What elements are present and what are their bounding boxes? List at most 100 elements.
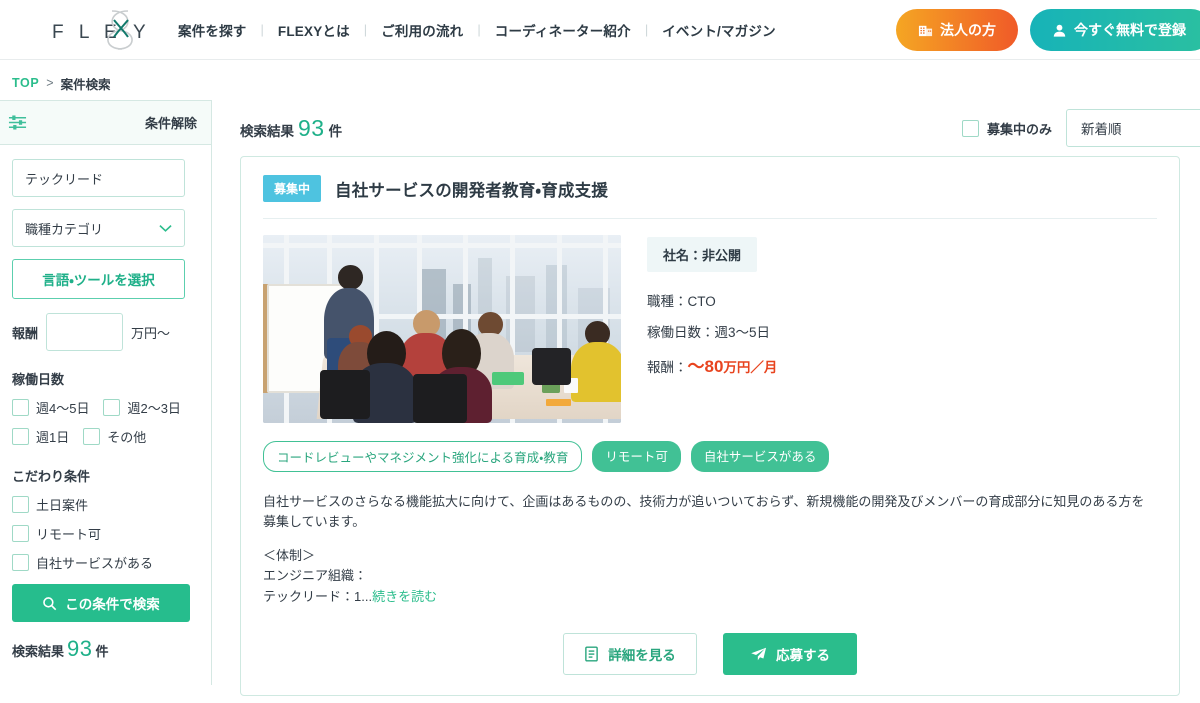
- keyword-input[interactable]: テックリード: [12, 159, 185, 197]
- job-card-body: 社名：非公開 職種：CTO 稼働日数：週3〜5日 報酬：〜80万円／月: [263, 219, 1157, 423]
- nav-item-1[interactable]: FLEXYとは: [278, 20, 350, 40]
- sort-select-value: 新着順: [1081, 122, 1122, 137]
- job-category-select-value: 職種カテゴリ: [25, 221, 104, 237]
- job-description-line-2: ＜体制＞: [263, 548, 316, 564]
- checkbox-workdays-3[interactable]: その他: [83, 427, 146, 446]
- nav-separator: |: [644, 22, 649, 37]
- clear-filters-button[interactable]: 条件解除: [145, 113, 197, 132]
- results-count-prefix: 検索結果: [240, 123, 294, 139]
- job-description-line-1: 自社サービスのさらなる機能拡大に向けて、企画はあるものの、技術力が追いついておら…: [263, 494, 1145, 530]
- nav-item-3[interactable]: コーディネーター紹介: [495, 20, 631, 40]
- checkbox-label: 土日案件: [36, 498, 89, 513]
- conditions-row-0: 土日案件: [12, 495, 199, 514]
- breadcrumb: TOP > 案件検索: [0, 66, 1200, 100]
- workdays-row-2: 週1日 その他: [12, 427, 199, 446]
- checkbox-condition-0[interactable]: 土日案件: [12, 495, 88, 514]
- chevron-down-icon: [159, 224, 172, 232]
- keyword-input-value: テックリード: [25, 171, 104, 187]
- job-pay-suffix: 万円／月: [723, 360, 778, 375]
- view-detail-button[interactable]: 詳細を見る: [563, 632, 697, 675]
- document-icon: [585, 646, 599, 662]
- sliders-icon[interactable]: [8, 113, 27, 132]
- language-tool-select-label: 言語・ツールを選択: [42, 273, 155, 288]
- breadcrumb-current: 案件検索: [60, 77, 111, 92]
- checkbox-workdays-2[interactable]: 週1日: [12, 427, 69, 446]
- checkbox-box[interactable]: [12, 525, 29, 542]
- sidebar-result-prefix: 検索結果: [12, 644, 65, 659]
- job-photo: [263, 235, 621, 423]
- breadcrumb-separator: >: [46, 76, 54, 90]
- checkbox-condition-2[interactable]: 自社サービスがある: [12, 553, 153, 572]
- results-toolbar-right: 募集中のみ 新着順: [961, 109, 1200, 147]
- job-category-select[interactable]: 職種カテゴリ: [12, 209, 185, 247]
- job-description-line-3: エンジニア組織：: [263, 568, 368, 584]
- checkbox-workdays-1[interactable]: 週2〜3日: [103, 398, 181, 417]
- checkbox-label: 週2〜3日: [127, 401, 181, 416]
- workdays-group-title: 稼働日数: [12, 372, 65, 387]
- checkbox-box[interactable]: [12, 399, 29, 416]
- checkbox-label: 自社サービスがある: [36, 556, 154, 571]
- nav-item-4[interactable]: イベント/マガジン: [662, 20, 776, 40]
- svg-text:Y: Y: [133, 22, 146, 43]
- checkbox-box[interactable]: [83, 428, 101, 445]
- company-name-chip: 社名：非公開: [647, 237, 758, 272]
- header-actions: 法人の方 今すぐ無料で登録: [896, 9, 1200, 51]
- site-header: F L E Y 案件を探す | FLEXYとは | ご利用の流れ | コーディネ…: [0, 0, 1200, 60]
- job-pay-prefix: 報酬：: [647, 360, 688, 375]
- apply-button[interactable]: 応募する: [723, 632, 857, 675]
- results-count-suffix: 件: [328, 123, 343, 139]
- user-icon: [1053, 24, 1066, 37]
- checkbox-box[interactable]: [12, 554, 29, 571]
- checkbox-label: 募集中のみ: [986, 121, 1052, 137]
- nav-item-0[interactable]: 案件を探す: [178, 20, 247, 40]
- nav-item-2[interactable]: ご利用の流れ: [381, 20, 463, 40]
- checkbox-box[interactable]: [103, 399, 121, 416]
- checkbox-box[interactable]: [961, 119, 979, 137]
- flexy-logo-icon: F L E Y: [52, 9, 146, 50]
- register-button[interactable]: 今すぐ無料で登録: [1030, 9, 1200, 51]
- pay-filter-label: 報酬: [12, 325, 39, 341]
- job-tag-2[interactable]: 自社サービスがある: [690, 441, 830, 472]
- checkbox-label: その他: [107, 430, 147, 445]
- sidebar-result-count: 検索結果 93 件: [12, 636, 199, 662]
- breadcrumb-top[interactable]: TOP: [12, 76, 39, 90]
- filter-sidebar: 条件解除 テックリード 職種カテゴリ 言語・ツールを選択 報酬 万円〜 稼働日数: [0, 100, 212, 685]
- job-card-header: 募集中 自社サービスの開発者教育・育成支援: [263, 175, 1157, 219]
- nav-separator: |: [477, 22, 481, 37]
- logo[interactable]: F L E Y: [50, 0, 150, 60]
- register-button-label: 今すぐ無料で登録: [1074, 22, 1186, 38]
- read-more-link[interactable]: 続きを読む: [372, 589, 437, 604]
- building-icon: [918, 25, 933, 36]
- checkbox-only-open[interactable]: 募集中のみ: [961, 119, 1052, 138]
- svg-text:F L E: F L E: [52, 22, 122, 43]
- apply-search-button[interactable]: この条件で検索: [12, 584, 190, 622]
- job-tag-0[interactable]: コードレビューやマネジメント強化による育成・教育: [263, 441, 583, 472]
- checkbox-box[interactable]: [12, 496, 29, 513]
- paper-plane-icon: [751, 647, 767, 660]
- job-card[interactable]: 募集中 自社サービスの開発者教育・育成支援 社名：非公開 職種：CTO 稼働日数…: [240, 156, 1180, 696]
- job-title[interactable]: 自社サービスの開発者教育・育成支援: [335, 177, 608, 201]
- job-description-line-4-text: テックリード：1...: [263, 588, 373, 604]
- sort-select[interactable]: 新着順: [1066, 109, 1200, 147]
- status-badge: 募集中: [263, 175, 322, 202]
- nav-separator: |: [363, 22, 368, 37]
- checkbox-workdays-0[interactable]: 週4〜5日: [12, 398, 89, 417]
- language-tool-select-button[interactable]: 言語・ツールを選択: [12, 259, 185, 299]
- corporate-button[interactable]: 法人の方: [896, 9, 1018, 51]
- view-detail-label: 詳細を見る: [608, 647, 676, 663]
- page-layout: 条件解除 テックリード 職種カテゴリ 言語・ツールを選択 報酬 万円〜 稼働日数: [0, 100, 1200, 703]
- checkbox-condition-1[interactable]: リモート可: [12, 524, 101, 543]
- job-description: 自社サービスのさらなる機能拡大に向けて、企画はあるものの、技術力が追いついておら…: [263, 492, 1157, 607]
- sidebar-result-suffix: 件: [95, 644, 109, 659]
- checkbox-label: 週4〜5日: [36, 401, 90, 416]
- workdays-row-1: 週4〜5日 週2〜3日: [12, 398, 199, 417]
- pay-input[interactable]: [46, 313, 124, 351]
- apply-search-label: この条件で検索: [65, 597, 160, 612]
- job-tags: コードレビューやマネジメント強化による育成・教育 リモート可 自社サービスがある: [263, 441, 1157, 472]
- nav-separator: |: [260, 22, 264, 37]
- checkbox-box[interactable]: [12, 428, 29, 445]
- job-details: 社名：非公開 職種：CTO 稼働日数：週3〜5日 報酬：〜80万円／月: [647, 235, 777, 423]
- filter-sidebar-header: 条件解除: [0, 100, 211, 145]
- job-tag-1[interactable]: リモート可: [592, 441, 681, 472]
- checkbox-label: 週1日: [36, 430, 70, 445]
